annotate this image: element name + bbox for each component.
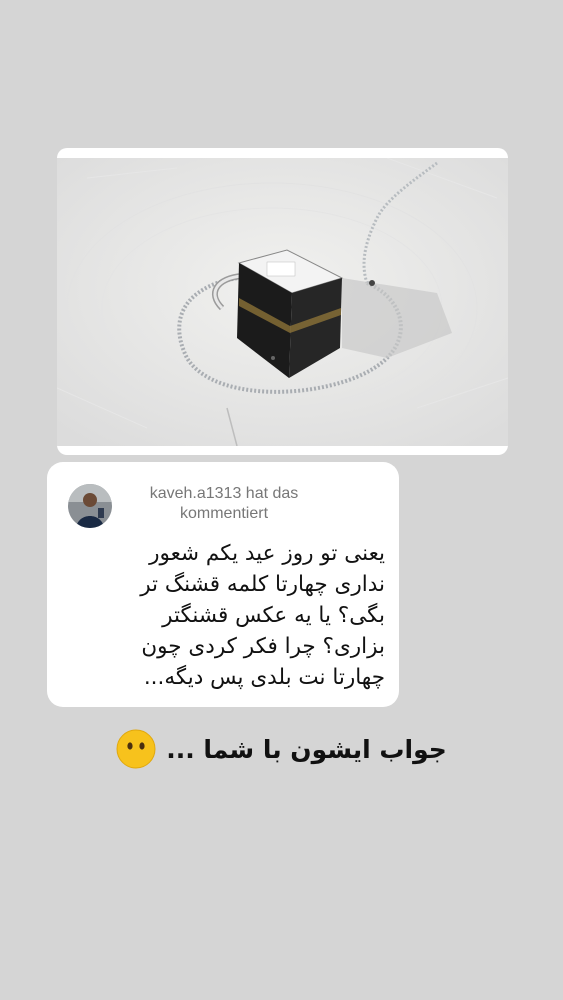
reply-text: جواب ایشون با شما ... <box>166 734 447 764</box>
comment-author[interactable]: kaveh.a1313 hat das kommentiert <box>129 484 319 524</box>
no-mouth-face-icon <box>116 729 156 769</box>
reply-caption: جواب ایشون با شما ... <box>0 723 563 775</box>
kaaba-photo <box>57 158 508 446</box>
comment-card: kaveh.a1313 hat das kommentiert یعنی تو … <box>47 462 399 707</box>
comment-text: یعنی تو روز عید یکم شعور نداری چهارتا کل… <box>140 541 385 690</box>
avatar[interactable] <box>68 484 112 528</box>
post-image-card <box>57 148 508 455</box>
